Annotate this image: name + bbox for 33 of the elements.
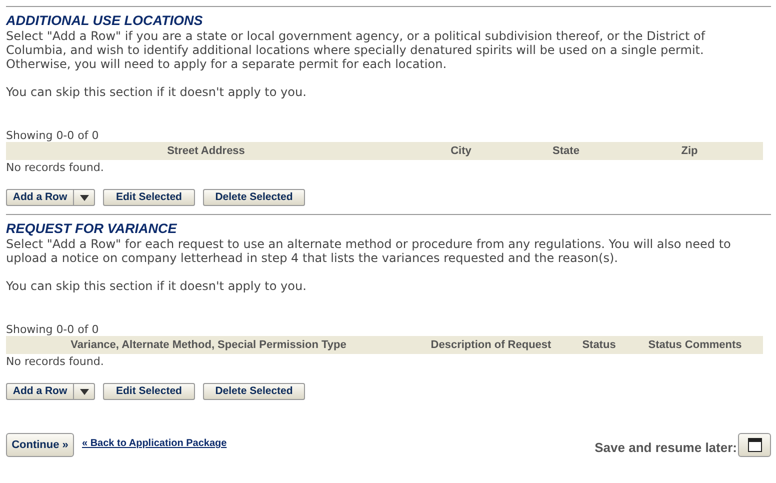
edit-selected-button[interactable]: Edit Selected: [103, 383, 195, 400]
column-header: Variance, Alternate Method, Special Permission Type: [70, 338, 348, 353]
dropdown-button[interactable]: [74, 189, 95, 206]
column-header: Zip: [680, 144, 699, 159]
empty-message: No records found.: [6, 161, 105, 175]
add-row-button[interactable]: Add a Row: [6, 383, 74, 400]
record-count: Showing 0-0 of 0: [6, 129, 100, 142]
section-description: Select "Add a Row" if you are a state or local government agency, or a political subdivision thereof, or the District of Columbia, and wish to identify additional locations where specially denatured spirits will be used on a single permit. Otherwise, you will need to apply for a separate permit for each location.: [6, 29, 706, 71]
column-header: Description of Request: [430, 338, 552, 353]
continue-button[interactable]: Continue »: [6, 433, 74, 457]
add-row-button[interactable]: Add a Row: [6, 189, 74, 206]
column-header: Status Comments: [647, 338, 743, 353]
delete-selected-button[interactable]: Delete Selected: [203, 383, 305, 400]
skip-note: You can skip this section if it doesn't apply to you.: [6, 85, 308, 99]
save-button[interactable]: [738, 433, 771, 457]
dropdown-button[interactable]: [74, 383, 95, 400]
column-header: State: [552, 144, 580, 159]
caret-icon: [80, 388, 88, 394]
edit-selected-button[interactable]: Edit Selected: [103, 189, 195, 206]
save-icon: [748, 438, 762, 452]
back-link[interactable]: « Back to Application Package: [82, 436, 227, 451]
section-description: Select "Add a Row" for each request to use an alternate method or procedure from any regulations. You will also need to upload a notice on company letterhead in step 4 that lists the variances requested and the reason(s).: [6, 237, 732, 265]
caret-icon: [80, 194, 88, 200]
skip-note: You can skip this section if it doesn't apply to you.: [6, 279, 308, 293]
section-title: ADDITIONAL USE LOCATIONS: [6, 13, 204, 29]
column-header: Street Address: [166, 144, 246, 159]
record-count: Showing 0-0 of 0: [6, 323, 100, 336]
column-header: Status: [581, 338, 617, 353]
save-label: Save and resume later:: [594, 439, 737, 457]
section-title: REQUEST FOR VARIANCE: [6, 221, 178, 237]
empty-message: No records found.: [6, 355, 105, 369]
delete-selected-button[interactable]: Delete Selected: [203, 189, 305, 206]
column-header: City: [450, 144, 472, 159]
